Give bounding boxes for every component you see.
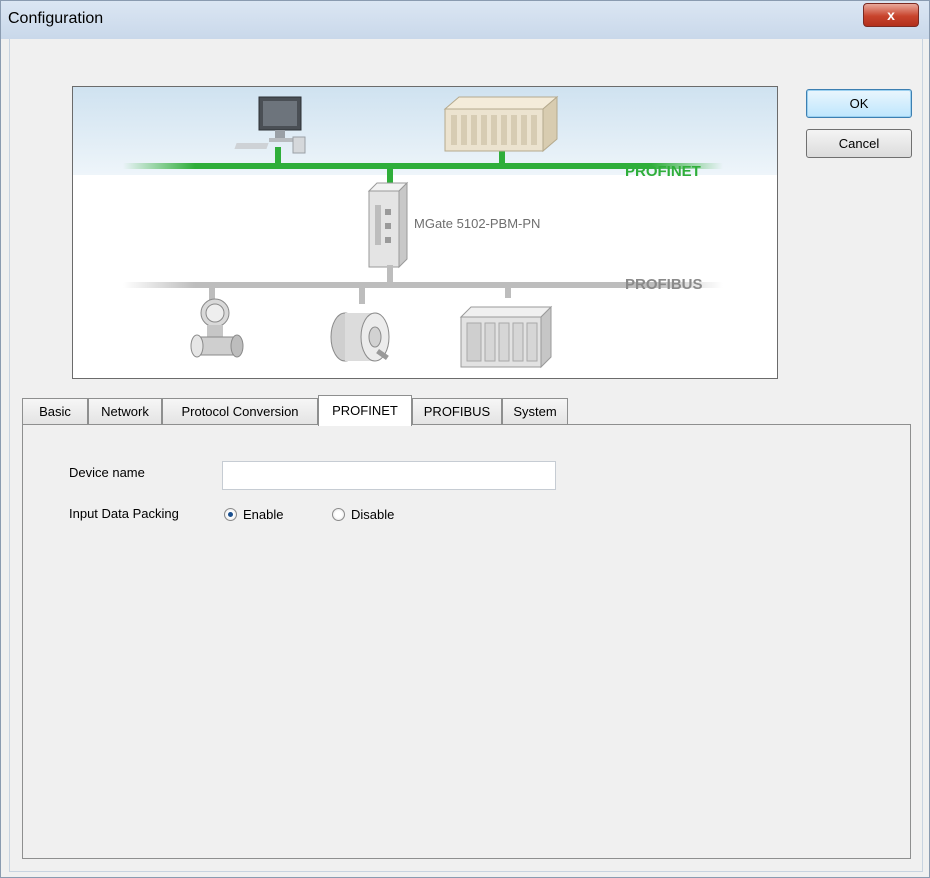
radio-selected-dot [228,512,233,517]
plc-rack-icon [443,95,559,153]
network-diagram: PROFINET PROFIBUS MGate 5102-PBM-PN [72,86,778,379]
tab-protocol-conversion[interactable]: Protocol Conversion [162,398,318,424]
title-bar[interactable]: Configuration x [1,1,929,39]
profinet-label: PROFINET [625,163,701,180]
remote-io-icon [459,305,553,369]
window-title: Configuration [8,10,104,27]
device-name-input[interactable] [222,461,556,490]
tab-profinet[interactable]: PROFINET [318,395,412,426]
profibus-label: PROFIBUS [625,276,703,293]
flow-meter-icon [190,298,244,358]
close-button[interactable]: x [863,3,919,27]
enable-label: Enable [243,507,284,522]
ok-button[interactable]: OK [806,89,912,118]
tab-network[interactable]: Network [88,398,162,424]
device-name-label: Device name [69,465,145,480]
tab-system[interactable]: System [502,398,568,424]
tab-basic[interactable]: Basic [22,398,88,424]
gateway-device-icon [367,181,409,269]
input-data-packing-label: Input Data Packing [69,506,179,521]
gateway-label: MGate 5102-PBM-PN [414,216,540,231]
tab-profibus[interactable]: PROFIBUS [412,398,502,424]
profinet-zone [73,87,777,175]
disable-label: Disable [351,507,395,522]
cancel-button[interactable]: Cancel [806,129,912,158]
network-diagram-graphic: PROFINET PROFIBUS MGate 5102-PBM-PN [73,87,777,369]
close-icon: x [887,7,895,23]
motor-icon [330,312,390,362]
disable-radio[interactable] [332,508,345,521]
enable-radio[interactable] [224,508,237,521]
